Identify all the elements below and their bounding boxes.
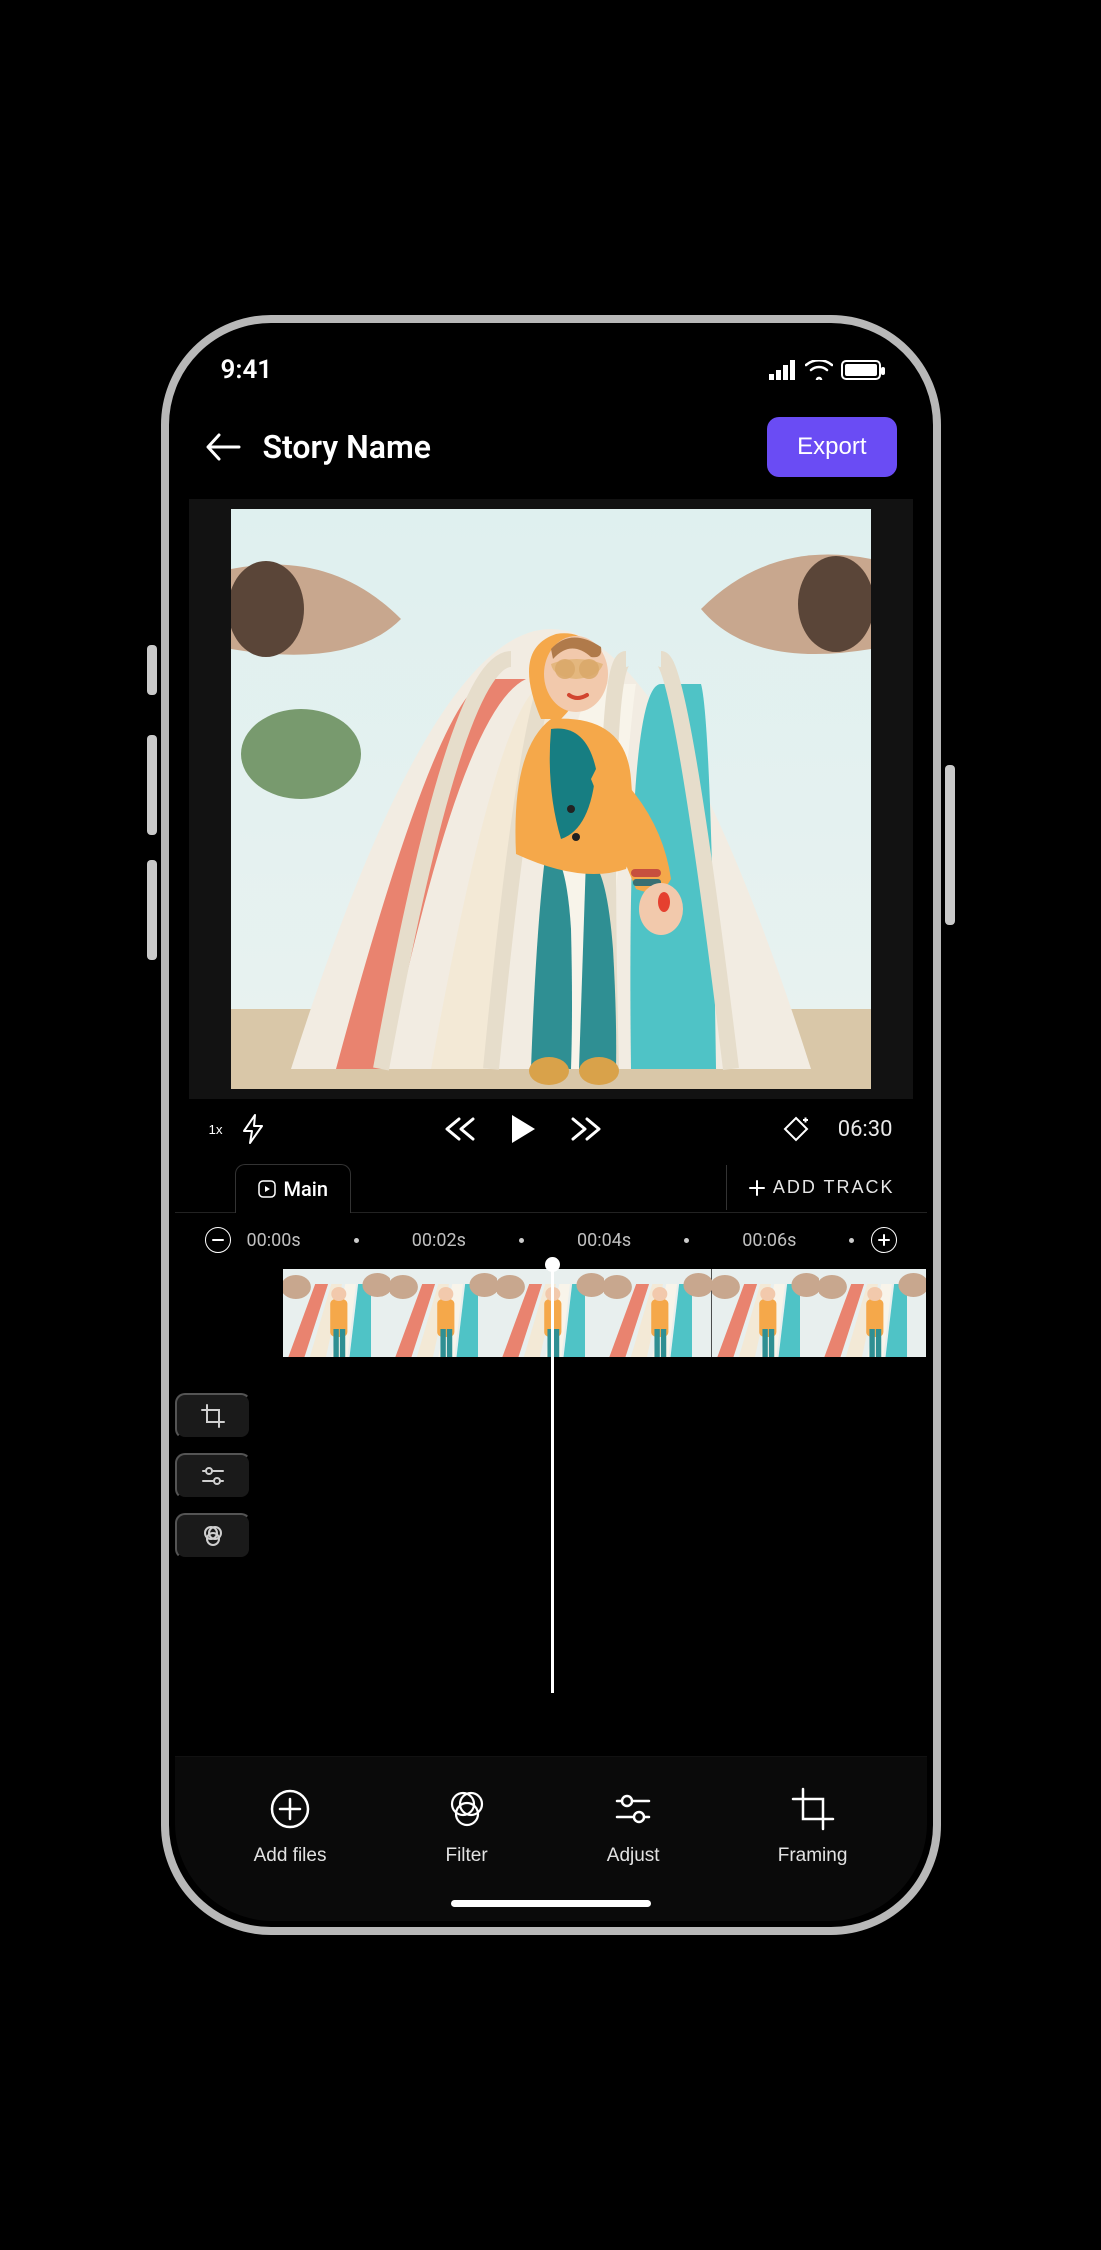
plus-icon <box>749 1180 765 1196</box>
play-button[interactable] <box>509 1113 537 1145</box>
zoom-out-button[interactable] <box>205 1227 231 1253</box>
video-clip[interactable] <box>283 1269 927 1357</box>
tab-main-label: Main <box>284 1177 329 1201</box>
zoom-in-button[interactable] <box>871 1227 897 1253</box>
playback-bar: 1x 06:30 <box>175 1099 927 1159</box>
tab-main[interactable]: Main <box>235 1164 352 1213</box>
clip-thumb <box>819 1269 926 1357</box>
add-files-label: Add files <box>254 1845 327 1867</box>
side-tools <box>175 1393 251 1559</box>
ruler-dot <box>684 1238 689 1243</box>
flash-icon[interactable] <box>241 1114 265 1144</box>
keyframe-icon[interactable] <box>782 1115 810 1143</box>
ruler-dot <box>354 1238 359 1243</box>
filter-icon <box>445 1787 489 1831</box>
clip-thumb <box>283 1269 390 1357</box>
timeline[interactable] <box>175 1263 927 1756</box>
battery-icon <box>841 360 881 380</box>
adjust-tool[interactable] <box>175 1453 251 1499</box>
home-indicator[interactable] <box>451 1900 651 1907</box>
bottom-toolbar: Add files Filter Adjust Framing <box>175 1756 927 1921</box>
ruler-mark: 00:00s <box>247 1230 301 1251</box>
filter-tool[interactable] <box>175 1513 251 1559</box>
framing-button[interactable]: Framing <box>778 1787 848 1867</box>
add-track-label: ADD TRACK <box>773 1177 895 1198</box>
ruler-mark: 00:04s <box>577 1230 631 1251</box>
clip-thumb <box>604 1269 711 1357</box>
add-files-button[interactable]: Add files <box>254 1787 327 1867</box>
clip-thumb <box>390 1269 497 1357</box>
ruler-mark: 00:02s <box>412 1230 466 1251</box>
adjust-label: Adjust <box>607 1845 660 1867</box>
ruler-dot <box>519 1238 524 1243</box>
status-time: 9:41 <box>221 355 273 385</box>
cell-signal-icon <box>769 360 797 380</box>
framing-label: Framing <box>778 1845 848 1867</box>
add-files-icon <box>268 1787 312 1831</box>
crop-tool[interactable] <box>175 1393 251 1439</box>
export-button[interactable]: Export <box>767 417 896 477</box>
wifi-icon <box>805 360 833 380</box>
video-preview[interactable] <box>189 499 913 1099</box>
track-tabs: Main ADD TRACK <box>175 1163 927 1213</box>
speed-button[interactable]: 1x <box>209 1122 223 1137</box>
preview-image <box>231 509 871 1089</box>
rewind-button[interactable] <box>443 1116 477 1142</box>
playhead[interactable] <box>551 1263 554 1693</box>
framing-icon <box>791 1787 835 1831</box>
header-bar: Story Name Export <box>175 399 927 499</box>
duration-label: 06:30 <box>838 1117 893 1142</box>
clip-thumb <box>712 1269 819 1357</box>
adjust-icon <box>611 1787 655 1831</box>
status-bar: 9:41 <box>175 329 927 399</box>
ruler-dot <box>849 1238 854 1243</box>
adjust-button[interactable]: Adjust <box>607 1787 660 1867</box>
filter-label: Filter <box>445 1845 487 1867</box>
page-title: Story Name <box>263 428 746 466</box>
filter-button[interactable]: Filter <box>445 1787 489 1867</box>
timeline-ruler: 00:00s 00:02s 00:04s 00:06s <box>175 1213 927 1263</box>
forward-button[interactable] <box>569 1116 603 1142</box>
back-button[interactable] <box>205 431 241 463</box>
add-track-button[interactable]: ADD TRACK <box>726 1165 913 1210</box>
ruler-mark: 00:06s <box>742 1230 796 1251</box>
video-icon <box>258 1180 276 1198</box>
